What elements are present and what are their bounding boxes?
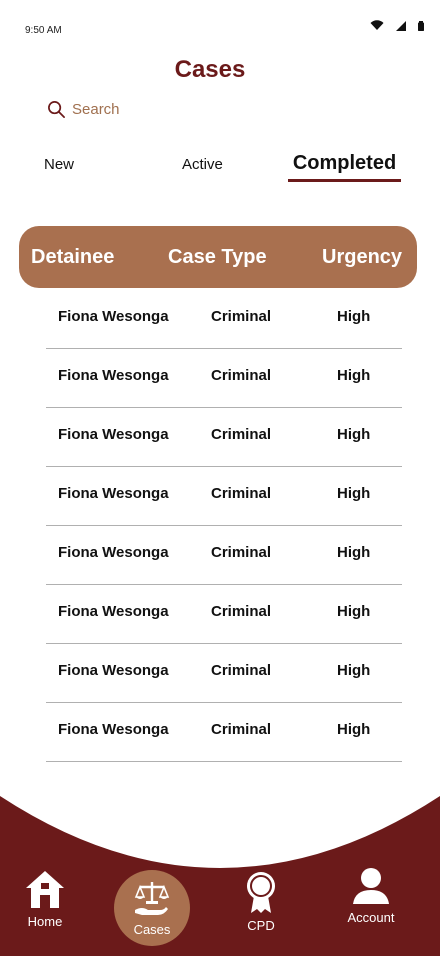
- urgency: High: [337, 662, 371, 679]
- column-header-case-type[interactable]: Case Type: [168, 246, 267, 269]
- case-list: Fiona Wesonga Criminal High Fiona Wesong…: [0, 290, 440, 762]
- case-type: Criminal: [211, 721, 272, 738]
- bottom-nav: Home Cases CPD Account: [0, 860, 440, 956]
- tab-completed[interactable]: Completed: [288, 152, 401, 182]
- table-row[interactable]: Fiona Wesonga Criminal High: [0, 290, 440, 349]
- nav-home-label: Home: [27, 914, 63, 929]
- status-bar: 9:50 AM: [0, 0, 440, 50]
- user-icon: [353, 868, 389, 904]
- signal-icon: [396, 20, 406, 31]
- table-header: Detainee Case Type Urgency: [19, 226, 417, 288]
- status-icons: [370, 20, 424, 31]
- table-row[interactable]: Fiona Wesonga Criminal High: [0, 526, 440, 585]
- tab-active[interactable]: Active: [182, 156, 223, 173]
- table-row[interactable]: Fiona Wesonga Criminal High: [0, 349, 440, 408]
- detainee-name: Fiona Wesonga: [58, 308, 169, 325]
- detainee-name: Fiona Wesonga: [58, 662, 169, 679]
- home-icon: [26, 871, 64, 908]
- case-type: Criminal: [211, 603, 272, 620]
- wifi-icon: [370, 20, 384, 30]
- case-type: Criminal: [211, 426, 272, 443]
- column-header-detainee[interactable]: Detainee: [31, 246, 114, 269]
- scales-of-justice-icon: [134, 881, 170, 915]
- search-bar[interactable]: [47, 100, 272, 119]
- case-status-tabs: New Active Completed: [0, 150, 440, 186]
- table-row[interactable]: Fiona Wesonga Criminal High: [0, 585, 440, 644]
- urgency: High: [337, 367, 371, 384]
- battery-icon: [418, 20, 424, 31]
- detainee-name: Fiona Wesonga: [58, 544, 169, 561]
- urgency: High: [337, 721, 371, 738]
- detainee-name: Fiona Wesonga: [58, 367, 169, 384]
- nav-cases-label: Cases: [133, 921, 171, 937]
- detainee-name: Fiona Wesonga: [58, 603, 169, 620]
- detainee-name: Fiona Wesonga: [58, 485, 169, 502]
- urgency: High: [337, 308, 371, 325]
- urgency: High: [337, 426, 371, 443]
- case-type: Criminal: [211, 662, 272, 679]
- case-type: Criminal: [211, 308, 272, 325]
- table-row[interactable]: Fiona Wesonga Criminal High: [0, 703, 440, 762]
- nav-cpd-label: CPD: [247, 918, 275, 933]
- urgency: High: [337, 485, 371, 502]
- detainee-name: Fiona Wesonga: [58, 426, 169, 443]
- table-row[interactable]: Fiona Wesonga Criminal High: [0, 408, 440, 467]
- case-type: Criminal: [211, 544, 272, 561]
- detainee-name: Fiona Wesonga: [58, 721, 169, 738]
- search-input[interactable]: [72, 101, 272, 118]
- search-icon: [48, 101, 65, 118]
- nav-account-label: Account: [347, 910, 395, 925]
- column-header-urgency[interactable]: Urgency: [322, 246, 402, 269]
- case-type: Criminal: [211, 367, 272, 384]
- tab-new[interactable]: New: [44, 156, 74, 173]
- award-ribbon-icon: [247, 872, 275, 913]
- urgency: High: [337, 603, 371, 620]
- urgency: High: [337, 544, 371, 561]
- nav-account[interactable]: Account: [344, 866, 398, 925]
- table-row[interactable]: Fiona Wesonga Criminal High: [0, 467, 440, 526]
- case-type: Criminal: [211, 485, 272, 502]
- status-time: 9:50 AM: [25, 25, 62, 36]
- nav-home[interactable]: Home: [22, 868, 68, 929]
- page-title: Cases: [174, 56, 246, 83]
- nav-cases[interactable]: Cases: [114, 870, 190, 946]
- table-row[interactable]: Fiona Wesonga Criminal High: [0, 644, 440, 703]
- nav-cpd[interactable]: CPD: [240, 870, 282, 933]
- row-divider: [46, 761, 402, 762]
